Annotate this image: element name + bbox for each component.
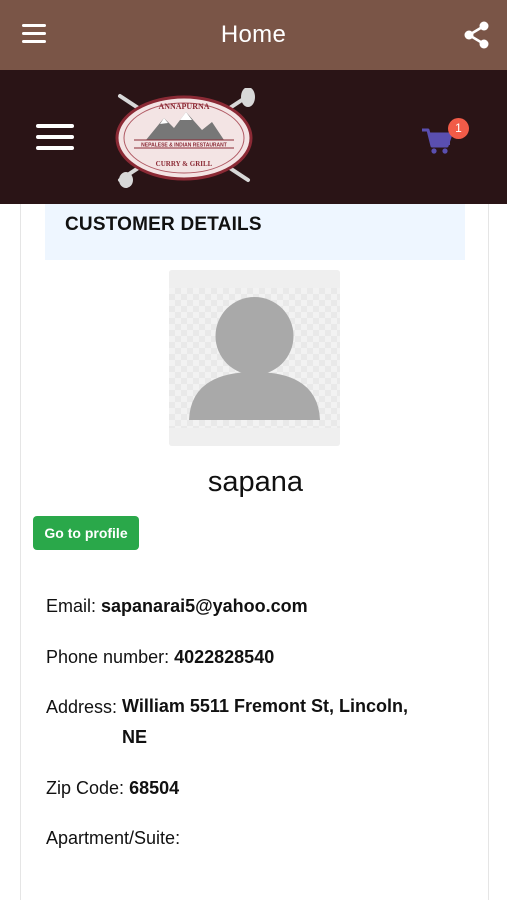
brand-bar: ANNAPURNA NEPALESE & INDIAN RESTAURANT C… (0, 70, 507, 204)
menu-line (22, 40, 46, 43)
zip-value: 68504 (129, 778, 180, 798)
top-app-bar: Home (0, 0, 507, 70)
user-placeholder-icon (169, 270, 340, 446)
cart-button[interactable]: 1 (420, 118, 472, 158)
go-to-profile-button[interactable]: Go to profile (33, 516, 139, 550)
logo-bottom-text: CURRY & GRILL (156, 160, 213, 168)
share-icon (464, 21, 489, 49)
menu-line (36, 146, 74, 150)
apartment-row: Apartment/Suite: (46, 828, 180, 849)
side-menu-button[interactable] (36, 124, 74, 152)
address-line-2: NE (122, 727, 148, 747)
address-label: Address: (46, 697, 118, 717)
address-value: William 5511 Fremont St, Lincoln, NE (122, 691, 408, 753)
app-title: Home (220, 21, 287, 48)
menu-line (22, 32, 46, 35)
logo-top-text: ANNAPURNA (158, 102, 209, 111)
apartment-label: Apartment/Suite: (46, 828, 181, 848)
email-label: Email: (46, 596, 97, 616)
section-header: CUSTOMER DETAILS (45, 204, 465, 260)
logo-middle-text: NEPALESE & INDIAN RESTAURANT (141, 143, 227, 149)
menu-line (36, 124, 74, 128)
phone-value[interactable]: 4022828540 (174, 647, 274, 667)
phone-label: Phone number: (46, 647, 170, 667)
menu-line (22, 24, 46, 27)
email-value[interactable]: sapanarai5@yahoo.com (101, 596, 308, 616)
section-title: CUSTOMER DETAILS (65, 214, 262, 235)
customer-details-card: CUSTOMER DETAILS sapana Go to profile Em… (20, 204, 489, 900)
email-row: Email: sapanarai5@yahoo.com (46, 596, 308, 617)
address-line-1: William 5511 Fremont St, Lincoln, (122, 696, 408, 716)
restaurant-logo[interactable]: ANNAPURNA NEPALESE & INDIAN RESTAURANT C… (108, 88, 260, 188)
cart-count-badge: 1 (448, 118, 469, 139)
zip-row: Zip Code: 68504 (46, 778, 179, 799)
menu-line (36, 135, 74, 139)
hamburger-menu-button[interactable] (22, 24, 48, 46)
phone-row: Phone number: 4022828540 (46, 647, 274, 668)
share-button[interactable] (463, 20, 491, 50)
zip-label: Zip Code: (46, 778, 125, 798)
address-row: Address: William 5511 Fremont St, Lincol… (46, 696, 466, 753)
avatar (169, 270, 340, 446)
customer-name: sapana (207, 466, 304, 498)
